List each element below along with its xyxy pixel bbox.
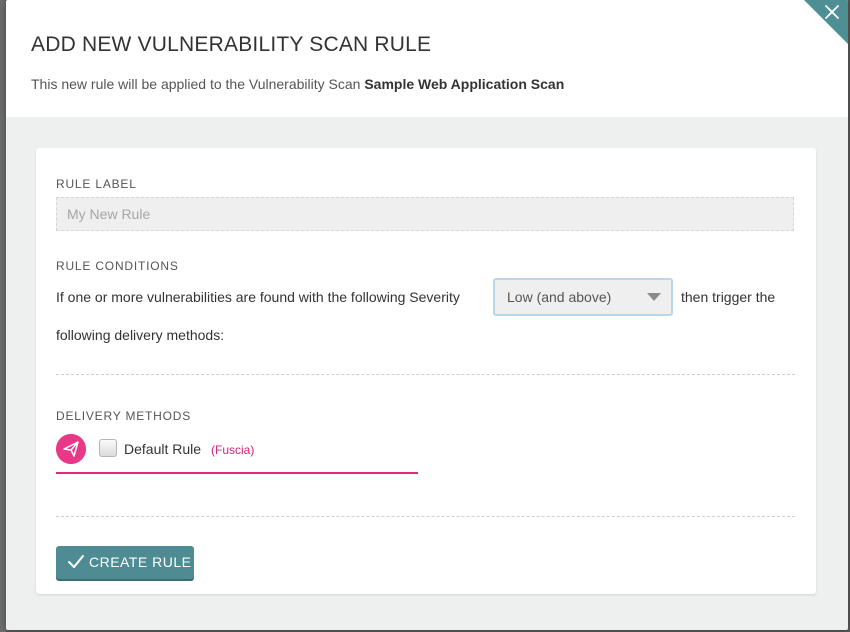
modal-header: ADD NEW VULNERABILITY SCAN RULE This new… bbox=[6, 0, 848, 117]
check-icon bbox=[68, 555, 84, 568]
condition-text-after: then trigger the bbox=[681, 289, 776, 305]
delivery-methods-heading: DELIVERY METHODS bbox=[56, 409, 192, 423]
rule-label-heading: RULE LABEL bbox=[56, 177, 137, 191]
severity-selected-value: Low (and above) bbox=[507, 289, 612, 305]
modal-subtitle: This new rule will be applied to the Vul… bbox=[31, 76, 564, 92]
create-rule-label: CREATE RULE bbox=[89, 554, 192, 570]
condition-text-continued: following delivery methods: bbox=[56, 327, 225, 343]
modal-title: ADD NEW VULNERABILITY SCAN RULE bbox=[31, 33, 432, 56]
scan-name: Sample Web Application Scan bbox=[364, 76, 565, 92]
delivery-method-item: Default Rule (Fuscia) bbox=[56, 432, 418, 474]
default-rule-checkbox[interactable] bbox=[99, 439, 117, 457]
rule-conditions-heading: RULE CONDITIONS bbox=[56, 259, 179, 273]
create-rule-button[interactable]: CREATE RULE bbox=[56, 546, 194, 579]
subtitle-prefix: This new rule will be applied to the Vul… bbox=[31, 76, 365, 92]
rule-label-input[interactable] bbox=[56, 197, 794, 231]
severity-select[interactable]: Low (and above) bbox=[493, 278, 673, 316]
add-rule-modal: ADD NEW VULNERABILITY SCAN RULE This new… bbox=[6, 0, 848, 630]
section-divider bbox=[56, 516, 795, 517]
delivery-method-tag: (Fuscia) bbox=[211, 443, 255, 457]
rule-form-card: RULE LABEL RULE CONDITIONS If one or mor… bbox=[36, 148, 816, 594]
send-icon bbox=[56, 434, 86, 464]
section-divider bbox=[56, 374, 795, 375]
delivery-method-name: Default Rule bbox=[124, 441, 202, 457]
chevron-down-icon bbox=[647, 293, 661, 301]
condition-text-before: If one or more vulnerabilities are found… bbox=[56, 289, 460, 305]
close-icon[interactable] bbox=[824, 4, 840, 20]
